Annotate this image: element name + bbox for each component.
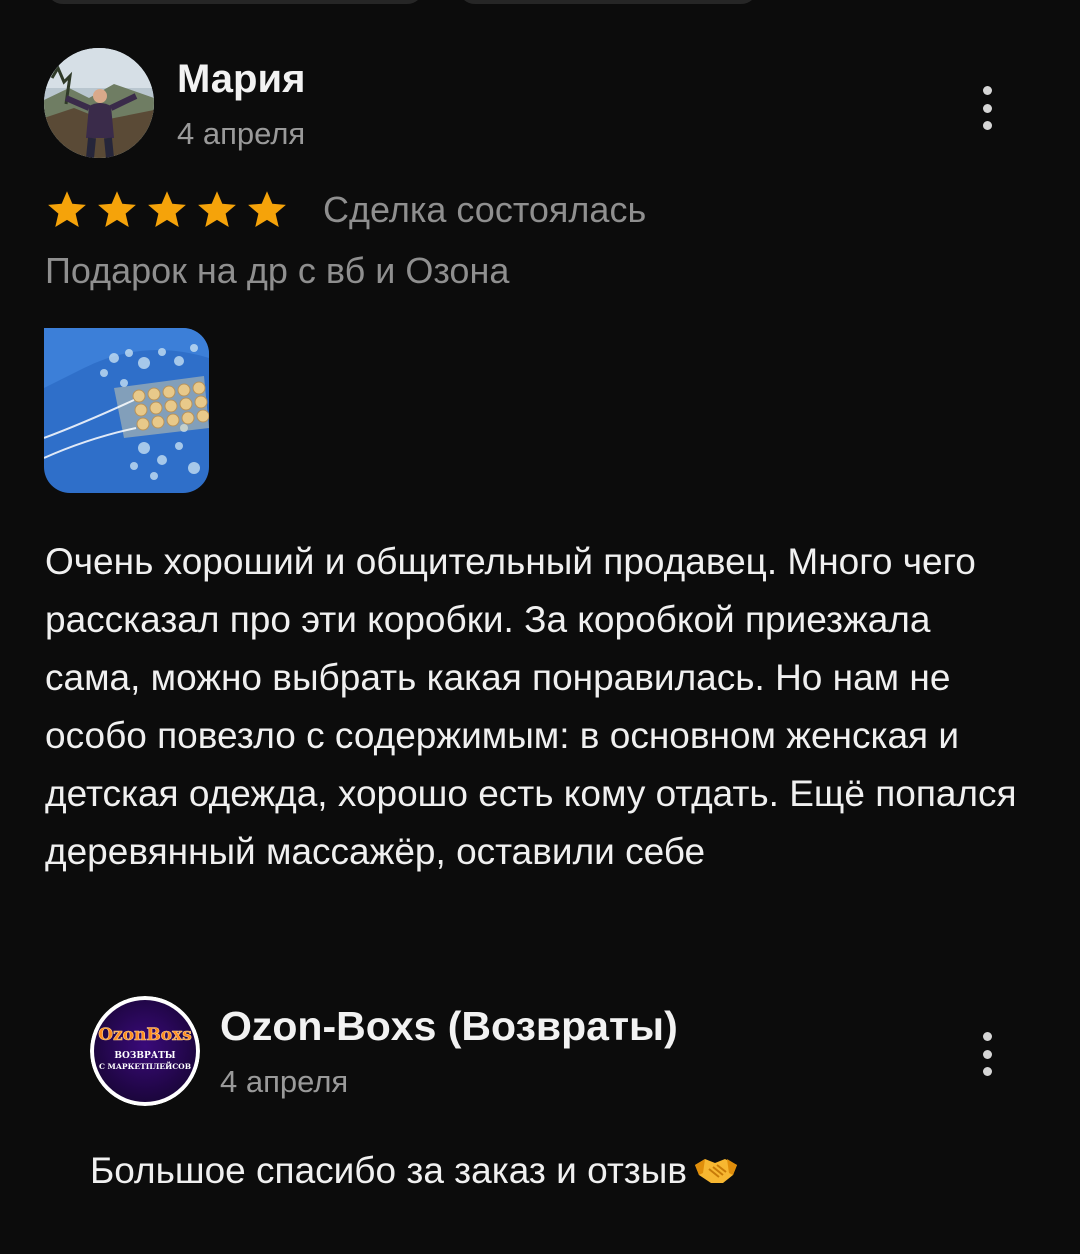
star-icon [248, 191, 286, 228]
review-date: 4 апреля [177, 116, 306, 151]
handshake-icon [693, 1153, 739, 1196]
star-icon [98, 191, 136, 228]
user-avatar[interactable] [44, 48, 154, 158]
review-text: Очень хороший и общительный продавец. Мн… [45, 541, 1017, 872]
reply-text: Большое спасибо за заказ и отзыв [90, 1150, 688, 1191]
deal-status: Сделка состоялась [323, 189, 647, 230]
top-filter-chip[interactable] [458, 0, 758, 4]
seller-avatar[interactable]: OzonBoxs ВОЗВРАТЫ С МАРКЕТПЛЕЙСОВ [90, 996, 200, 1106]
reply-author[interactable]: Ozon-Boxs (Возвраты) [220, 1003, 678, 1050]
top-filter-chip[interactable] [46, 0, 424, 4]
seller-logo-text: OzonBoxs [98, 1025, 192, 1045]
review-photo[interactable] [44, 328, 209, 493]
more-options-icon[interactable] [975, 1032, 999, 1076]
seller-logo-text: С МАРКЕТПЛЕЙСОВ [99, 1061, 191, 1071]
more-options-icon[interactable] [975, 86, 999, 130]
review-title: Подарок на др с вб и Озона [45, 250, 510, 291]
reply-text-block: Большое спасибо за заказ и отзыв [90, 1150, 739, 1196]
seller-logo-text: ВОЗВРАТЫ [114, 1051, 175, 1061]
star-icon [48, 191, 86, 228]
reply-date: 4 апреля [220, 1064, 349, 1099]
star-icon [148, 191, 186, 228]
review-author[interactable]: Мария [177, 57, 305, 102]
star-icon [198, 191, 236, 228]
rating-stars [45, 188, 289, 232]
